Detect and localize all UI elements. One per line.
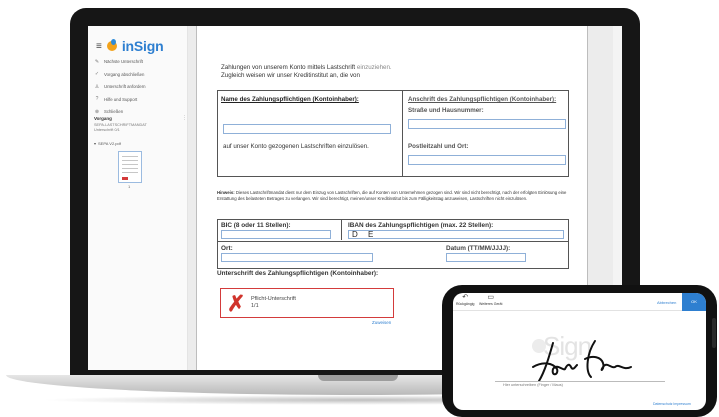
row-divider: [218, 241, 568, 242]
file-item[interactable]: ▾ SEPA V2.pdf: [94, 141, 184, 146]
sidebar-item-label: Schließen: [104, 109, 124, 114]
signature-baseline: [495, 381, 665, 382]
sidebar-item-label: Hilfe und Support: [104, 96, 138, 102]
undo-button[interactable]: ↶ Rückgängig: [456, 294, 474, 306]
bic-label: BIC (8 oder 11 Stellen):: [221, 222, 291, 229]
add-person-icon: ♙: [94, 83, 100, 90]
intro-text: Zahlungen von unserem Konto mittels Last…: [221, 64, 392, 80]
sidebar-item-request-signature[interactable]: ♙ Unterschrift anfordern: [94, 81, 186, 92]
help-icon: ?: [95, 96, 99, 102]
signature-field[interactable]: ✗ Pflicht-Unterschrift 1/1: [220, 288, 394, 318]
street-label: Straße und Hausnummer:: [408, 107, 484, 114]
payer-name-field[interactable]: [223, 124, 391, 134]
signature-heading: Unterschrift des Zahlungspflichtigen (Ko…: [217, 270, 379, 277]
signature-pad-screen: ↶ Rückgängig ▭ Weiteres Gerät Abbrechen …: [453, 293, 706, 410]
date-field[interactable]: [446, 253, 526, 262]
forward-device-button[interactable]: ▭ Weiteres Gerät: [479, 294, 502, 306]
place-field[interactable]: [221, 253, 373, 262]
thumb-line: [122, 160, 138, 161]
process-name: SEPA-LASTSCHRIFTMANDAT: [94, 122, 147, 127]
footer-links[interactable]: Datenschutz Impressum: [653, 402, 691, 406]
hint-text: Hinweis: Dieses Lastschriftmandat dient …: [217, 190, 569, 201]
thumb-line: [122, 168, 138, 169]
insign-logo-icon: [106, 39, 117, 51]
pen-icon: ✎: [94, 58, 100, 65]
intro-line-1: Zahlungen von unserem Konto mittels Last…: [221, 64, 356, 71]
intro-line-2: Zugleich weisen wir unser Kreditinstitut…: [221, 72, 360, 79]
intro-line-1-muted: einzuziehen.: [356, 64, 392, 71]
date-label: Datum (TT/MM/JJJJ):: [446, 245, 511, 252]
street-field[interactable]: [408, 119, 566, 129]
page-thumbnail[interactable]: [118, 151, 142, 183]
sidebar-item-help[interactable]: ? Hilfe und Support: [94, 94, 186, 105]
device-icon: ▭: [487, 294, 495, 301]
sidebar-menu: ✎ Nächste Unterschrift ✓ Vorgang abschli…: [94, 56, 186, 119]
cancel-button[interactable]: Abbrechen: [657, 300, 676, 305]
thumb-line: [122, 164, 138, 165]
iban-value: D E: [352, 230, 378, 239]
logo-row: ≡ inSign: [96, 38, 164, 54]
sidebar-item-label: Nächste Unterschrift: [104, 59, 143, 64]
more-vertical-icon[interactable]: ⋮: [182, 115, 187, 121]
table-divider: [341, 220, 342, 240]
signature-toolbar: ↶ Rückgängig ▭ Weiteres Gerät Abbrechen …: [453, 293, 706, 311]
ok-button[interactable]: OK: [682, 293, 706, 311]
iban-label: IBAN des Zahlungspflichtigen (max. 22 St…: [348, 222, 494, 229]
brand-name: inSign: [121, 38, 164, 54]
payer-address-heading: Anschrift des Zahlungspflichtigen (Konto…: [408, 96, 557, 103]
forward-label: Weiteres Gerät: [479, 302, 503, 306]
signature-field-count: 1/1: [251, 303, 259, 309]
thumb-signature-mark: [122, 177, 128, 180]
sidebar-item-label: Vorgang abschließen: [104, 71, 145, 77]
place-label: Ort:: [221, 245, 233, 252]
required-x-icon: ✗: [227, 291, 246, 316]
table-divider: [402, 91, 403, 177]
undo-label: Rückgängig: [456, 302, 475, 306]
payer-table: Name des Zahlungspflichtigen (Kontoinhab…: [217, 90, 569, 177]
sidebar: ≡ inSign ✎ Nächste Unterschrift ✓ Vorgan…: [88, 26, 188, 370]
signature-caption: Hier unterschreiben (Finger / Maus): [503, 383, 563, 387]
page-number: 1: [128, 184, 131, 189]
hint-body: Dieses Lastschriftmandat dient nur dem E…: [217, 190, 567, 201]
account-text: auf unser Konto gezogenen Lastschriften …: [223, 143, 369, 150]
close-circle-icon: ⊗: [94, 108, 100, 115]
sidebar-item-label: Unterschrift anfordern: [104, 84, 146, 89]
chevron-down-icon: ▾: [94, 141, 97, 146]
payer-name-heading: Name des Zahlungspflichtigen (Kontoinhab…: [221, 96, 359, 103]
postal-label: Postleitzahl und Ort:: [408, 143, 469, 150]
process-title: Vorgang: [94, 116, 112, 121]
phone-side-button: [712, 318, 716, 348]
postal-field[interactable]: [408, 155, 566, 165]
handwritten-signature: [532, 340, 632, 382]
laptop-notch: [318, 375, 398, 381]
hint-bold: Hinweis:: [217, 190, 235, 195]
file-name: SEPA V2.pdf: [98, 141, 121, 146]
signature-field-label: Pflicht-Unterschrift: [251, 296, 296, 302]
hamburger-icon[interactable]: ≡: [96, 41, 102, 52]
process-progress: Unterschrift 0/1: [94, 128, 120, 132]
sidebar-item-next-signature[interactable]: ✎ Nächste Unterschrift: [94, 56, 186, 67]
iban-field[interactable]: [348, 230, 564, 239]
assign-link[interactable]: Zuweisen: [372, 320, 391, 325]
bic-field[interactable]: [221, 230, 331, 239]
check-circle-icon: ✓: [94, 71, 100, 77]
sidebar-item-finish[interactable]: ✓ Vorgang abschließen: [94, 69, 186, 80]
signature-field-text: Pflicht-Unterschrift 1/1: [251, 296, 296, 310]
thumb-line: [122, 156, 138, 157]
process-panel: Vorgang ⋮ SEPA-LASTSCHRIFTMANDAT Untersc…: [94, 115, 187, 189]
undo-icon: ↶: [462, 294, 469, 301]
thumb-line: [122, 172, 138, 173]
bank-table: BIC (8 oder 11 Stellen): IBAN des Zahlun…: [217, 219, 569, 269]
